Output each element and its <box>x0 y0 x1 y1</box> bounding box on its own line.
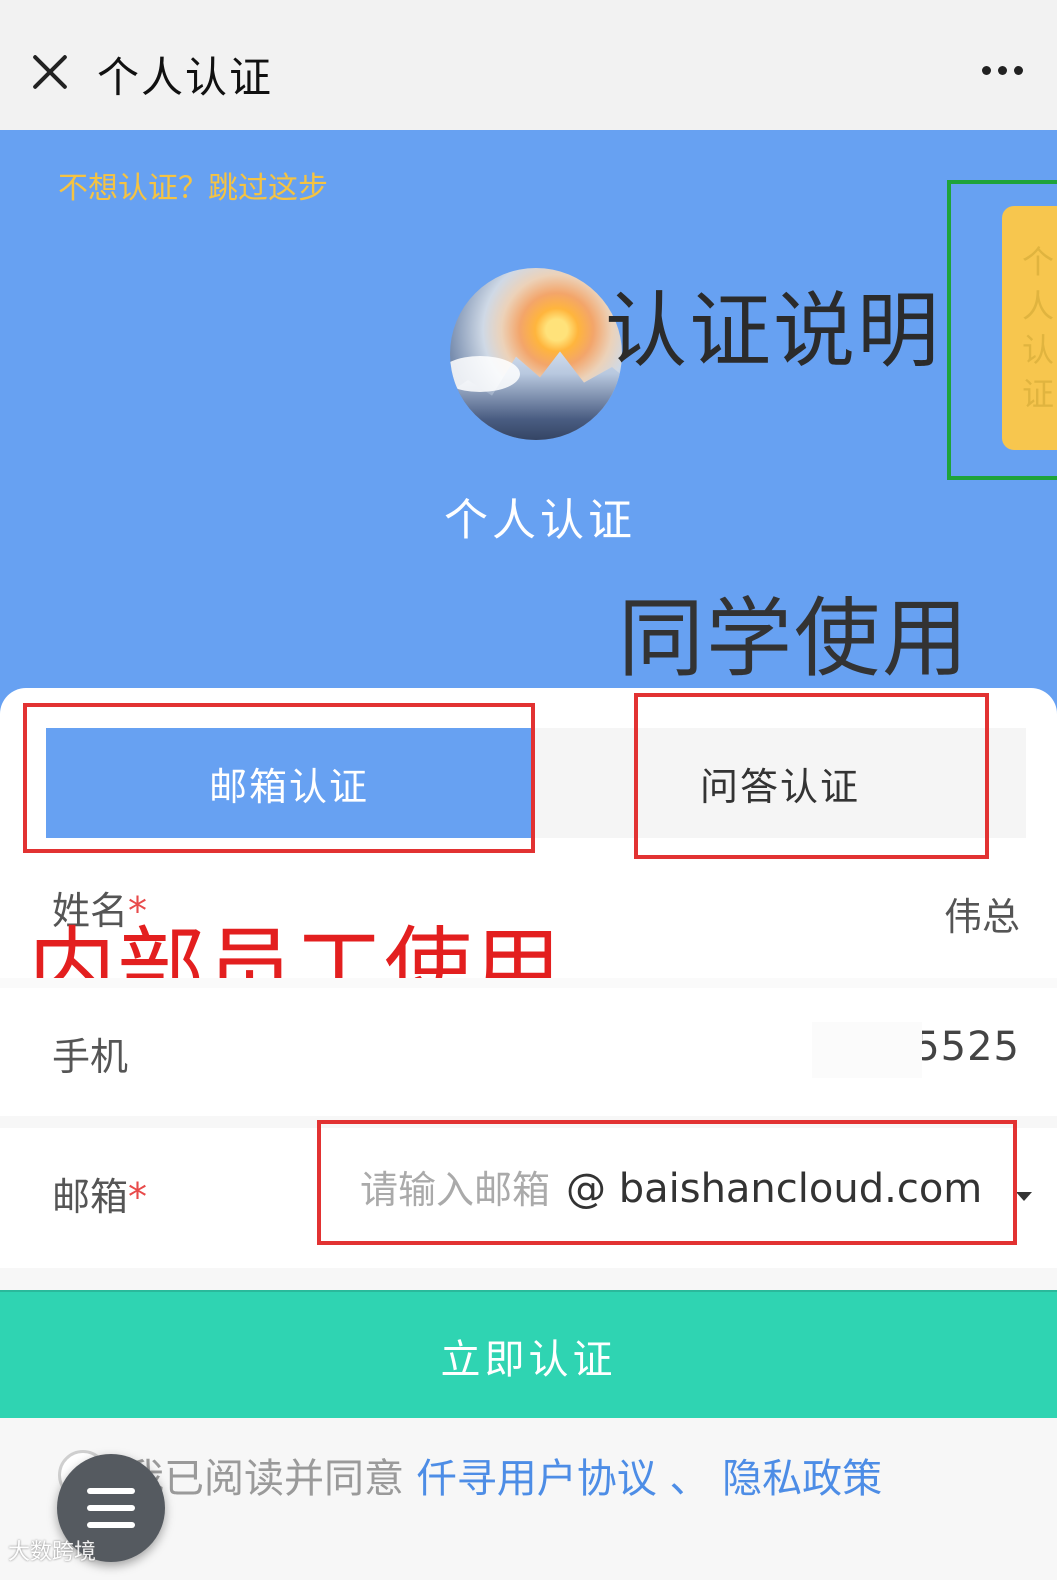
required-mark: * <box>128 1175 148 1219</box>
banner-title: 个人认证 <box>444 495 636 546</box>
agreement-text: 我已阅读并同意 仟寻用户协议 、 隐私政策 <box>124 1446 882 1504</box>
watermark: 大数跨境 <box>8 1540 97 1565</box>
annotation-box-qa-tab <box>634 693 989 859</box>
page-title: 个人认证 <box>97 53 274 102</box>
verify-now-button[interactable]: 立即认证 <box>0 1290 1057 1420</box>
phone-redaction <box>812 1022 922 1078</box>
side-tab-personal-verification[interactable]: 个人认证 <box>1002 206 1057 450</box>
divider <box>0 978 1057 988</box>
agreement-prefix: 我已阅读并同意 <box>124 1456 404 1502</box>
annotation-students: 同学使用 <box>618 589 970 689</box>
annotation-explain: 认证说明 <box>605 284 942 379</box>
annotation-box-email-tab <box>23 703 535 853</box>
more-options-icon[interactable] <box>978 60 1028 80</box>
skip-verification-link[interactable]: 不想认证？跳过这步 <box>58 163 328 207</box>
phone-label: 手机 <box>52 1035 129 1079</box>
divider <box>0 1268 1057 1290</box>
close-icon[interactable] <box>30 52 70 92</box>
avatar <box>450 268 622 440</box>
privacy-policy-link[interactable]: 隐私政策 <box>722 1456 882 1502</box>
chevron-down-icon[interactable] <box>1016 1192 1032 1201</box>
user-agreement-link[interactable]: 仟寻用户协议 <box>417 1456 657 1502</box>
email-label: 邮箱* <box>52 1175 148 1219</box>
side-tab-label: 个人认证 <box>1022 243 1055 413</box>
name-value: 伟总 <box>943 895 1020 939</box>
agreement-separator: 、 <box>669 1456 710 1502</box>
annotation-box-email-input <box>317 1120 1017 1245</box>
